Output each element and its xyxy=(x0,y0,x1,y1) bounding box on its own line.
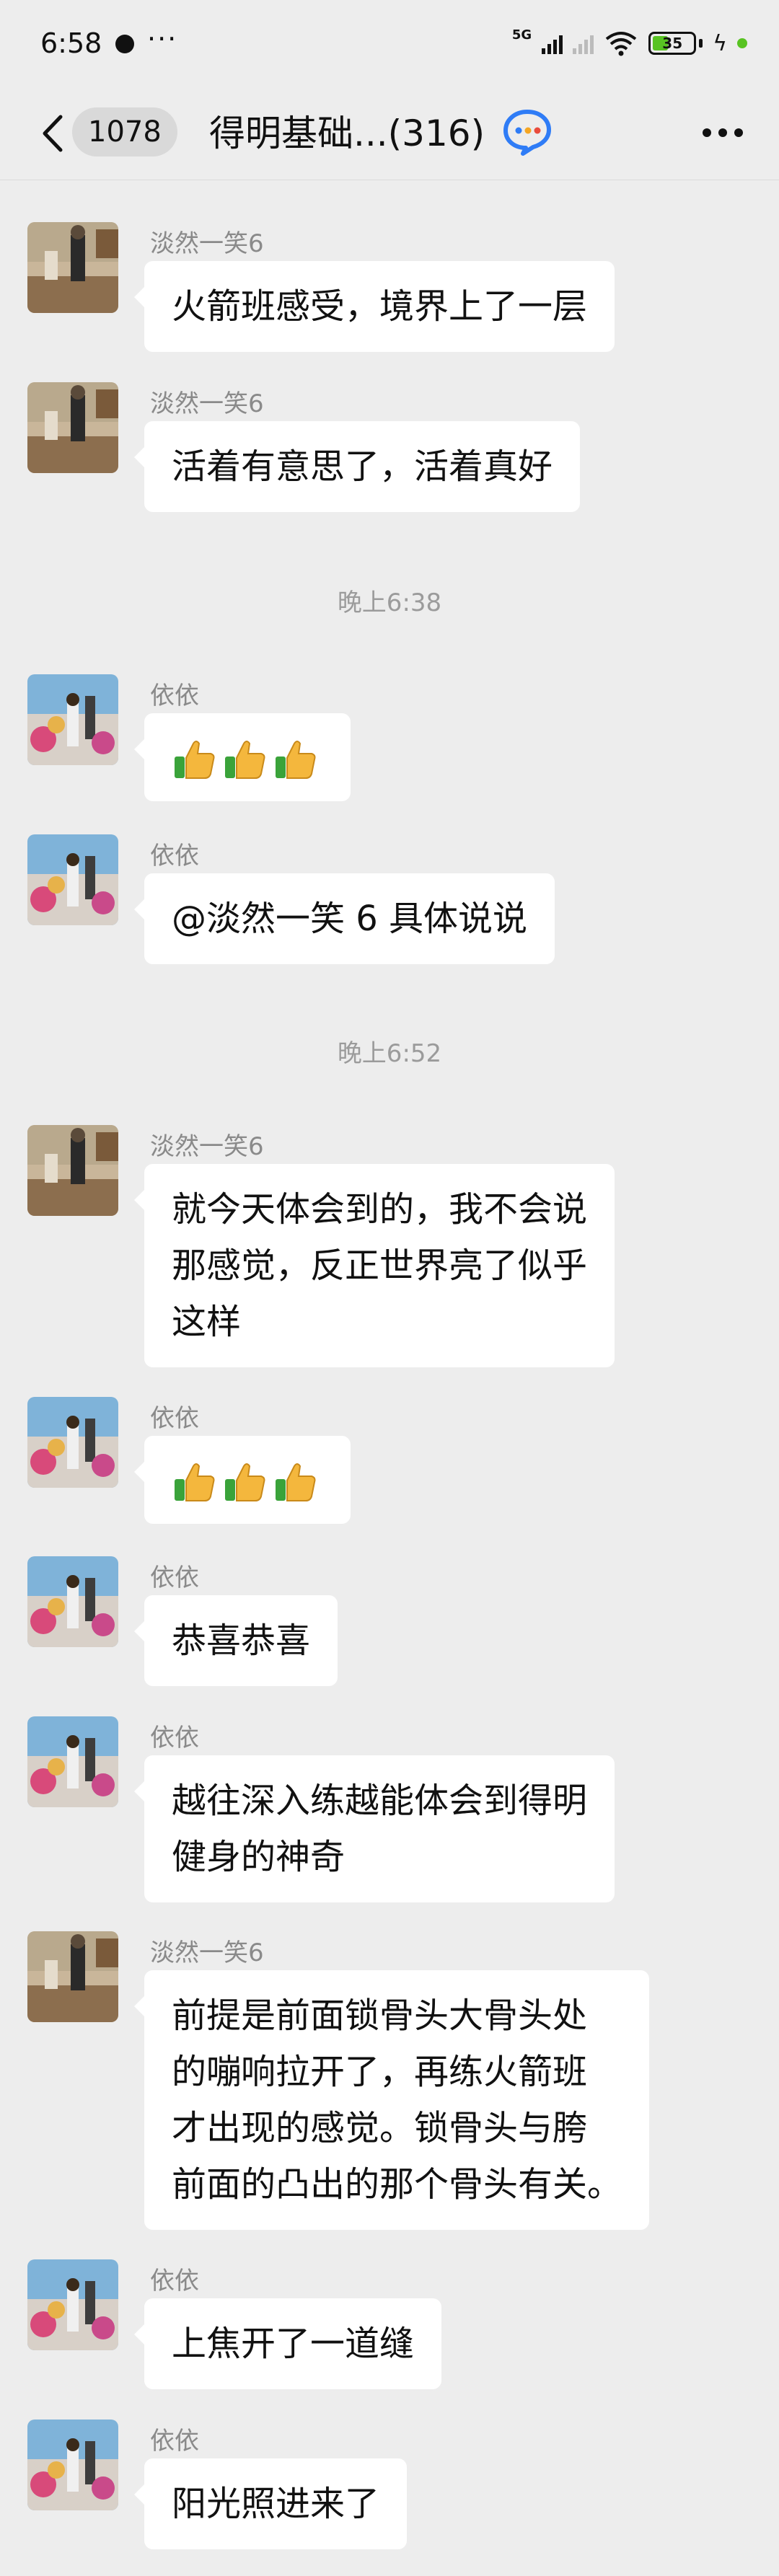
sender-name: 依依 xyxy=(150,1404,199,1433)
avatar[interactable] xyxy=(27,1125,118,1216)
message-bubble[interactable] xyxy=(134,1436,351,1524)
message-text-line: 那感觉，反正世界亮了似乎 xyxy=(172,1245,588,1286)
message-text-line: 的嘣响拉开了，再练火箭班 xyxy=(172,2052,588,2092)
message-bubble[interactable]: 活着有意思了，活着真好 xyxy=(133,421,581,512)
avatar[interactable] xyxy=(27,2259,118,2350)
message-text-line: 前提是前面锁骨头大骨头处 xyxy=(172,1995,588,2036)
avatar[interactable] xyxy=(27,674,118,765)
sender-name: 淡然一笑6 xyxy=(150,1938,264,1967)
sender-name: 依依 xyxy=(150,1563,199,1592)
thumbs-up-icon xyxy=(276,1463,316,1501)
battery-cap xyxy=(699,39,703,48)
sender-name: 依依 xyxy=(150,682,199,710)
sender-name: 淡然一笑6 xyxy=(150,1132,264,1161)
chat-header: 1078 得明基础...(316) xyxy=(0,87,779,180)
status-time: 6:58 xyxy=(40,27,102,59)
message-text: 上焦开了一道缝 xyxy=(172,2324,415,2364)
status-indicators: 5G 35 ϟ xyxy=(511,27,747,58)
thumbs-up-icon xyxy=(225,741,265,779)
message-bubble[interactable]: 火箭班感受，境界上了一层 xyxy=(133,261,615,352)
message-bubble[interactable]: 上焦开了一道缝 xyxy=(133,2298,442,2389)
privacy-indicator-icon xyxy=(737,38,747,48)
sender-name: 依依 xyxy=(150,2267,199,2295)
thumbs-up-icon xyxy=(225,1463,265,1501)
message-text-line: 就今天体会到的，我不会说 xyxy=(172,1189,588,1230)
charging-icon: ϟ xyxy=(713,30,727,56)
signal-icon xyxy=(542,32,563,54)
sender-name: 依依 xyxy=(150,1724,199,1752)
message-text-line: 健身的神奇 xyxy=(172,1837,346,1877)
more-notifications-icon: ··· xyxy=(147,23,178,55)
message-text: @淡然一笑 6 具体说说 xyxy=(172,899,528,939)
status-bar: 6:58 ··· 5G 35 ϟ xyxy=(0,0,779,87)
avatar[interactable] xyxy=(27,382,118,473)
message-bubble[interactable]: 就今天体会到的，我不会说 那感觉，反正世界亮了似乎 这样 xyxy=(133,1164,615,1367)
network-type: 5G xyxy=(511,27,532,43)
time-divider: 晚上6:38 xyxy=(337,588,442,617)
avatar[interactable] xyxy=(27,1556,118,1647)
sender-name: 淡然一笑6 xyxy=(150,229,264,258)
battery-level: 35 xyxy=(662,35,683,52)
thumbs-up-icon xyxy=(175,1463,215,1501)
message-text: 活着有意思了，活着真好 xyxy=(172,446,553,487)
thumbs-up-icon xyxy=(175,741,215,779)
thumbs-up-icon xyxy=(276,741,316,779)
message-text-line: 才出现的感觉。锁骨头与胯 xyxy=(172,2108,588,2148)
avatar[interactable] xyxy=(27,2420,118,2510)
message-bubble[interactable]: 阳光照进来了 xyxy=(133,2458,408,2549)
message-bubble[interactable]: @淡然一笑 6 具体说说 xyxy=(133,873,555,964)
message-text-line: 前面的凸出的那个骨头有关。 xyxy=(172,2164,622,2205)
avatar[interactable] xyxy=(27,222,118,313)
wifi-icon xyxy=(605,32,637,56)
channel-icon[interactable] xyxy=(501,106,553,158)
unread-count-badge[interactable]: 1078 xyxy=(72,107,177,156)
chevron-left-icon xyxy=(43,115,63,152)
message-text-line: 越往深入练越能体会到得明 xyxy=(172,1781,588,1821)
battery-icon: 35 xyxy=(648,32,697,55)
avatar[interactable] xyxy=(27,1716,118,1807)
chat-title[interactable]: 得明基础...(316) xyxy=(209,108,485,159)
message-text-line: 这样 xyxy=(172,1302,242,1342)
sender-name: 依依 xyxy=(150,2427,199,2456)
message-text: 恭喜恭喜 xyxy=(172,1620,311,1661)
message-bubble[interactable] xyxy=(134,713,351,801)
message-bubble[interactable]: 恭喜恭喜 xyxy=(133,1595,338,1686)
avatar[interactable] xyxy=(27,1397,118,1488)
signal-secondary-icon xyxy=(573,32,594,54)
message-bubble[interactable]: 前提是前面锁骨头大骨头处 的嘣响拉开了，再练火箭班 才出现的感觉。锁骨头与胯 前… xyxy=(133,1970,650,2230)
time-divider: 晚上6:52 xyxy=(337,1039,442,1068)
back-button[interactable] xyxy=(32,108,75,159)
more-options-button[interactable] xyxy=(695,107,750,159)
notification-dot-icon xyxy=(115,35,134,53)
message-bubble[interactable]: 越往深入练越能体会到得明 健身的神奇 xyxy=(133,1755,615,1902)
avatar[interactable] xyxy=(27,834,118,925)
message-text: 火箭班感受，境界上了一层 xyxy=(172,286,588,327)
message-text: 阳光照进来了 xyxy=(172,2484,380,2524)
avatar[interactable] xyxy=(27,1931,118,2022)
sender-name: 淡然一笑6 xyxy=(150,389,264,418)
sender-name: 依依 xyxy=(150,842,199,870)
